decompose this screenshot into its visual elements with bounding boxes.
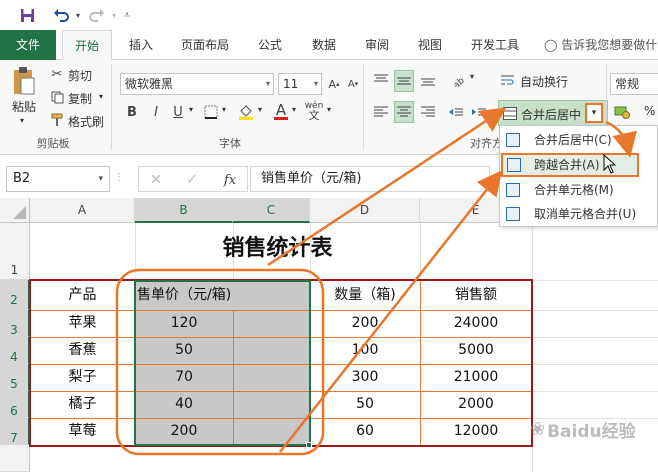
annotation-overlay xyxy=(115,107,637,456)
annotation-box xyxy=(115,268,325,456)
annotation-arrow xyxy=(279,170,503,453)
annotation-arrow xyxy=(605,120,637,158)
annotation-arrow xyxy=(267,107,507,267)
